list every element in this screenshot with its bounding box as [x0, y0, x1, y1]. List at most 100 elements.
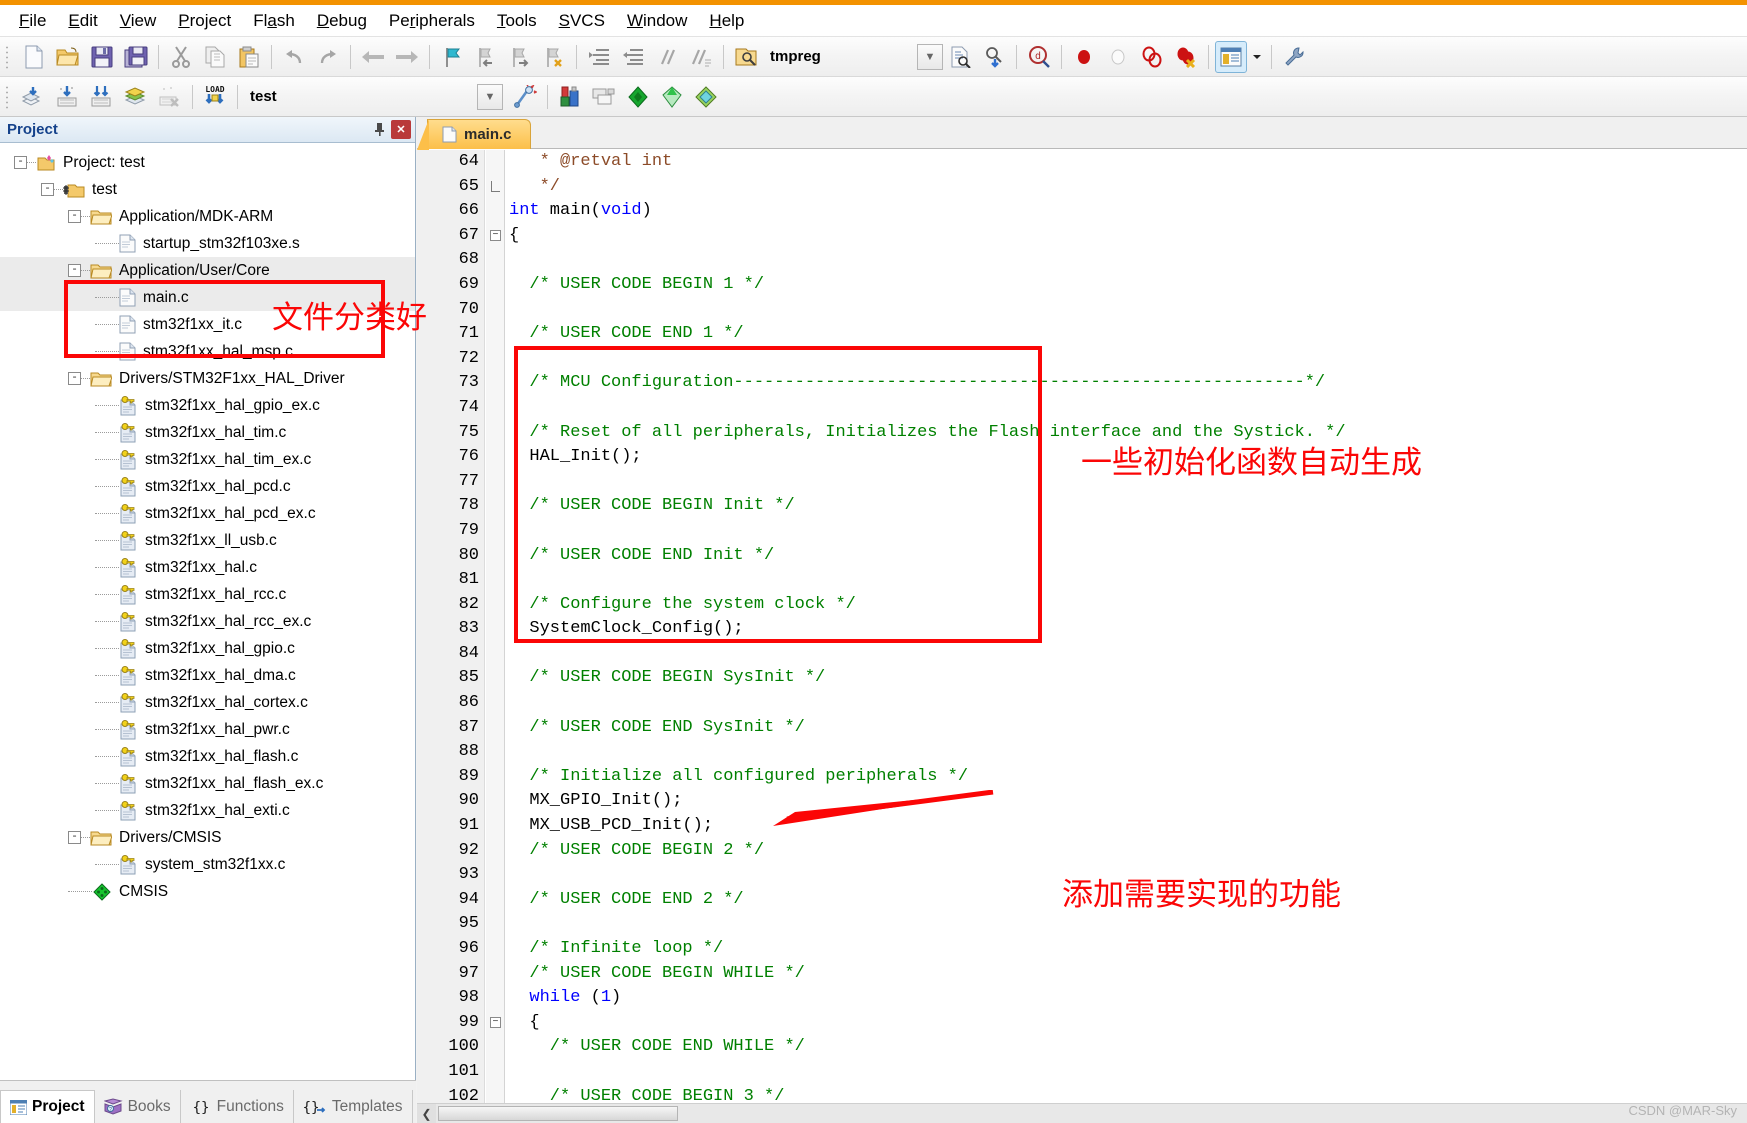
- horizontal-scrollbar[interactable]: ❮: [417, 1103, 1747, 1123]
- tree-expander-icon[interactable]: -: [68, 372, 81, 385]
- target-combo-value[interactable]: test: [243, 84, 473, 110]
- tree-item[interactable]: stm32f1xx_hal_flash_ex.c: [0, 770, 415, 797]
- tree-expander-icon[interactable]: -: [14, 156, 27, 169]
- scroll-left-icon[interactable]: ❮: [417, 1104, 436, 1123]
- tree-item[interactable]: - Drivers/STM32F1xx_HAL_Driver: [0, 365, 415, 392]
- code-line[interactable]: 100 /* USER CODE END WHILE */: [417, 1035, 1747, 1060]
- scrollbar-thumb[interactable]: [438, 1106, 678, 1121]
- tree-item[interactable]: - Project: test: [0, 149, 415, 176]
- navigate-forward-icon[interactable]: [391, 41, 423, 73]
- manage-run-time-icon[interactable]: [554, 81, 586, 113]
- new-file-icon[interactable]: [18, 41, 50, 73]
- code-line[interactable]: 74: [417, 396, 1747, 421]
- panel-tab-books[interactable]: ? Books: [95, 1090, 181, 1123]
- code-line[interactable]: 78 /* USER CODE BEGIN Init */: [417, 494, 1747, 519]
- build-icon[interactable]: [52, 81, 84, 113]
- find-in-files-icon[interactable]: [944, 41, 976, 73]
- translate-icon[interactable]: [18, 81, 50, 113]
- undo-icon[interactable]: [278, 41, 310, 73]
- incremental-find-icon[interactable]: [978, 41, 1010, 73]
- menu-item-peripherals[interactable]: Peripherals: [378, 7, 486, 35]
- code-line[interactable]: 97 /* USER CODE BEGIN WHILE */: [417, 962, 1747, 987]
- code-line[interactable]: 84: [417, 642, 1747, 667]
- code-line[interactable]: 66 int main(void): [417, 199, 1747, 224]
- tree-item[interactable]: CMSIS: [0, 878, 415, 905]
- tree-item[interactable]: stm32f1xx_ll_usb.c: [0, 527, 415, 554]
- rebuild-icon[interactable]: [86, 81, 118, 113]
- cmsis-config-icon[interactable]: [690, 81, 722, 113]
- tree-item[interactable]: stm32f1xx_hal_tim.c: [0, 419, 415, 446]
- tree-item[interactable]: stm32f1xx_hal_gpio_ex.c: [0, 392, 415, 419]
- code-line[interactable]: 101: [417, 1060, 1747, 1085]
- code-line[interactable]: 79: [417, 519, 1747, 544]
- cut-icon[interactable]: [165, 41, 197, 73]
- indent-increase-icon[interactable]: [583, 41, 615, 73]
- code-line[interactable]: 72: [417, 347, 1747, 372]
- copy-icon[interactable]: [199, 41, 231, 73]
- menu-item-project[interactable]: Project: [167, 7, 242, 35]
- tree-item[interactable]: stm32f1xx_hal_msp.c: [0, 338, 415, 365]
- uncomment-icon[interactable]: [685, 41, 717, 73]
- code-line[interactable]: 82 /* Configure the system clock */: [417, 593, 1747, 618]
- menu-item-file[interactable]: File: [8, 7, 57, 35]
- tree-item[interactable]: stm32f1xx_hal_gpio.c: [0, 635, 415, 662]
- code-line[interactable]: 98 while (1): [417, 986, 1747, 1011]
- menu-item-debug[interactable]: Debug: [306, 7, 378, 35]
- tree-item[interactable]: - Drivers/CMSIS: [0, 824, 415, 851]
- download-icon[interactable]: LOAD: [199, 81, 231, 113]
- chevron-down-icon[interactable]: ▼: [917, 43, 943, 70]
- editor-tab-main-c[interactable]: main.c: [417, 119, 531, 150]
- panel-tab-functions[interactable]: {} Functions: [181, 1090, 294, 1123]
- code-line[interactable]: 67−{: [417, 224, 1747, 249]
- tree-expander-icon[interactable]: -: [68, 831, 81, 844]
- fold-marker-icon[interactable]: −: [487, 224, 504, 249]
- pin-icon[interactable]: [369, 120, 389, 139]
- bookmark-prev-icon[interactable]: [470, 41, 502, 73]
- tree-item[interactable]: - Application/User/Core: [0, 257, 415, 284]
- code-line[interactable]: 73 /* MCU Configuration-----------------…: [417, 371, 1747, 396]
- code-line[interactable]: 68: [417, 248, 1747, 273]
- code-line[interactable]: 75 /* Reset of all peripherals, Initiali…: [417, 421, 1747, 446]
- code-line[interactable]: 88: [417, 740, 1747, 765]
- breakpoint-kill-all-icon[interactable]: [1170, 41, 1202, 73]
- code-lines[interactable]: 64 * @retval int 65 */66 int main(void) 67−…: [417, 150, 1747, 1123]
- fold-marker-icon[interactable]: −: [487, 1011, 504, 1036]
- bookmark-next-icon[interactable]: [504, 41, 536, 73]
- code-line[interactable]: 80 /* USER CODE END Init */: [417, 544, 1747, 569]
- menu-item-view[interactable]: View: [109, 7, 168, 35]
- breakpoint-disable-all-icon[interactable]: [1136, 41, 1168, 73]
- code-line[interactable]: 90 MX_GPIO_Init();: [417, 789, 1747, 814]
- tree-item[interactable]: startup_stm32f103xe.s: [0, 230, 415, 257]
- tree-expander-icon[interactable]: -: [41, 183, 54, 196]
- code-view[interactable]: 64 * @retval int 65 */66 int main(void) 67−…: [417, 150, 1747, 1123]
- tree-item[interactable]: stm32f1xx_hal_flash.c: [0, 743, 415, 770]
- bookmark-toggle-icon[interactable]: [436, 41, 468, 73]
- code-line[interactable]: 71 /* USER CODE END 1 */: [417, 322, 1747, 347]
- target-chevron-down-icon[interactable]: ▼: [477, 83, 503, 110]
- find-combo[interactable]: tmpreg ▼: [763, 43, 943, 70]
- code-line[interactable]: 91 MX_USB_PCD_Init();: [417, 814, 1747, 839]
- navigate-back-icon[interactable]: [357, 41, 389, 73]
- open-file-icon[interactable]: [52, 41, 84, 73]
- panel-tab-project[interactable]: Project: [0, 1090, 95, 1123]
- menu-item-edit[interactable]: Edit: [57, 7, 108, 35]
- code-line[interactable]: 70: [417, 298, 1747, 323]
- tree-item[interactable]: stm32f1xx_hal_exti.c: [0, 797, 415, 824]
- breakpoint-enable-icon[interactable]: [1102, 41, 1134, 73]
- menu-item-help[interactable]: Help: [698, 7, 755, 35]
- find-combo-icon[interactable]: [730, 41, 762, 73]
- redo-icon[interactable]: [312, 41, 344, 73]
- tree-item[interactable]: stm32f1xx_hal.c: [0, 554, 415, 581]
- code-line[interactable]: 99− {: [417, 1011, 1747, 1036]
- paste-icon[interactable]: [233, 41, 265, 73]
- code-line[interactable]: 95: [417, 912, 1747, 937]
- window-layout-dropdown-icon[interactable]: [1249, 41, 1265, 73]
- menu-item-flash[interactable]: Flash: [242, 7, 306, 35]
- batch-build-icon[interactable]: [120, 81, 152, 113]
- project-tree[interactable]: - Project: test - test - Application/MDK-ARM s…: [0, 143, 415, 1080]
- save-all-icon[interactable]: [120, 41, 152, 73]
- tree-expander-icon[interactable]: -: [68, 264, 81, 277]
- comment-icon[interactable]: [651, 41, 683, 73]
- pack-installer-icon[interactable]: [622, 81, 654, 113]
- tree-item[interactable]: stm32f1xx_hal_cortex.c: [0, 689, 415, 716]
